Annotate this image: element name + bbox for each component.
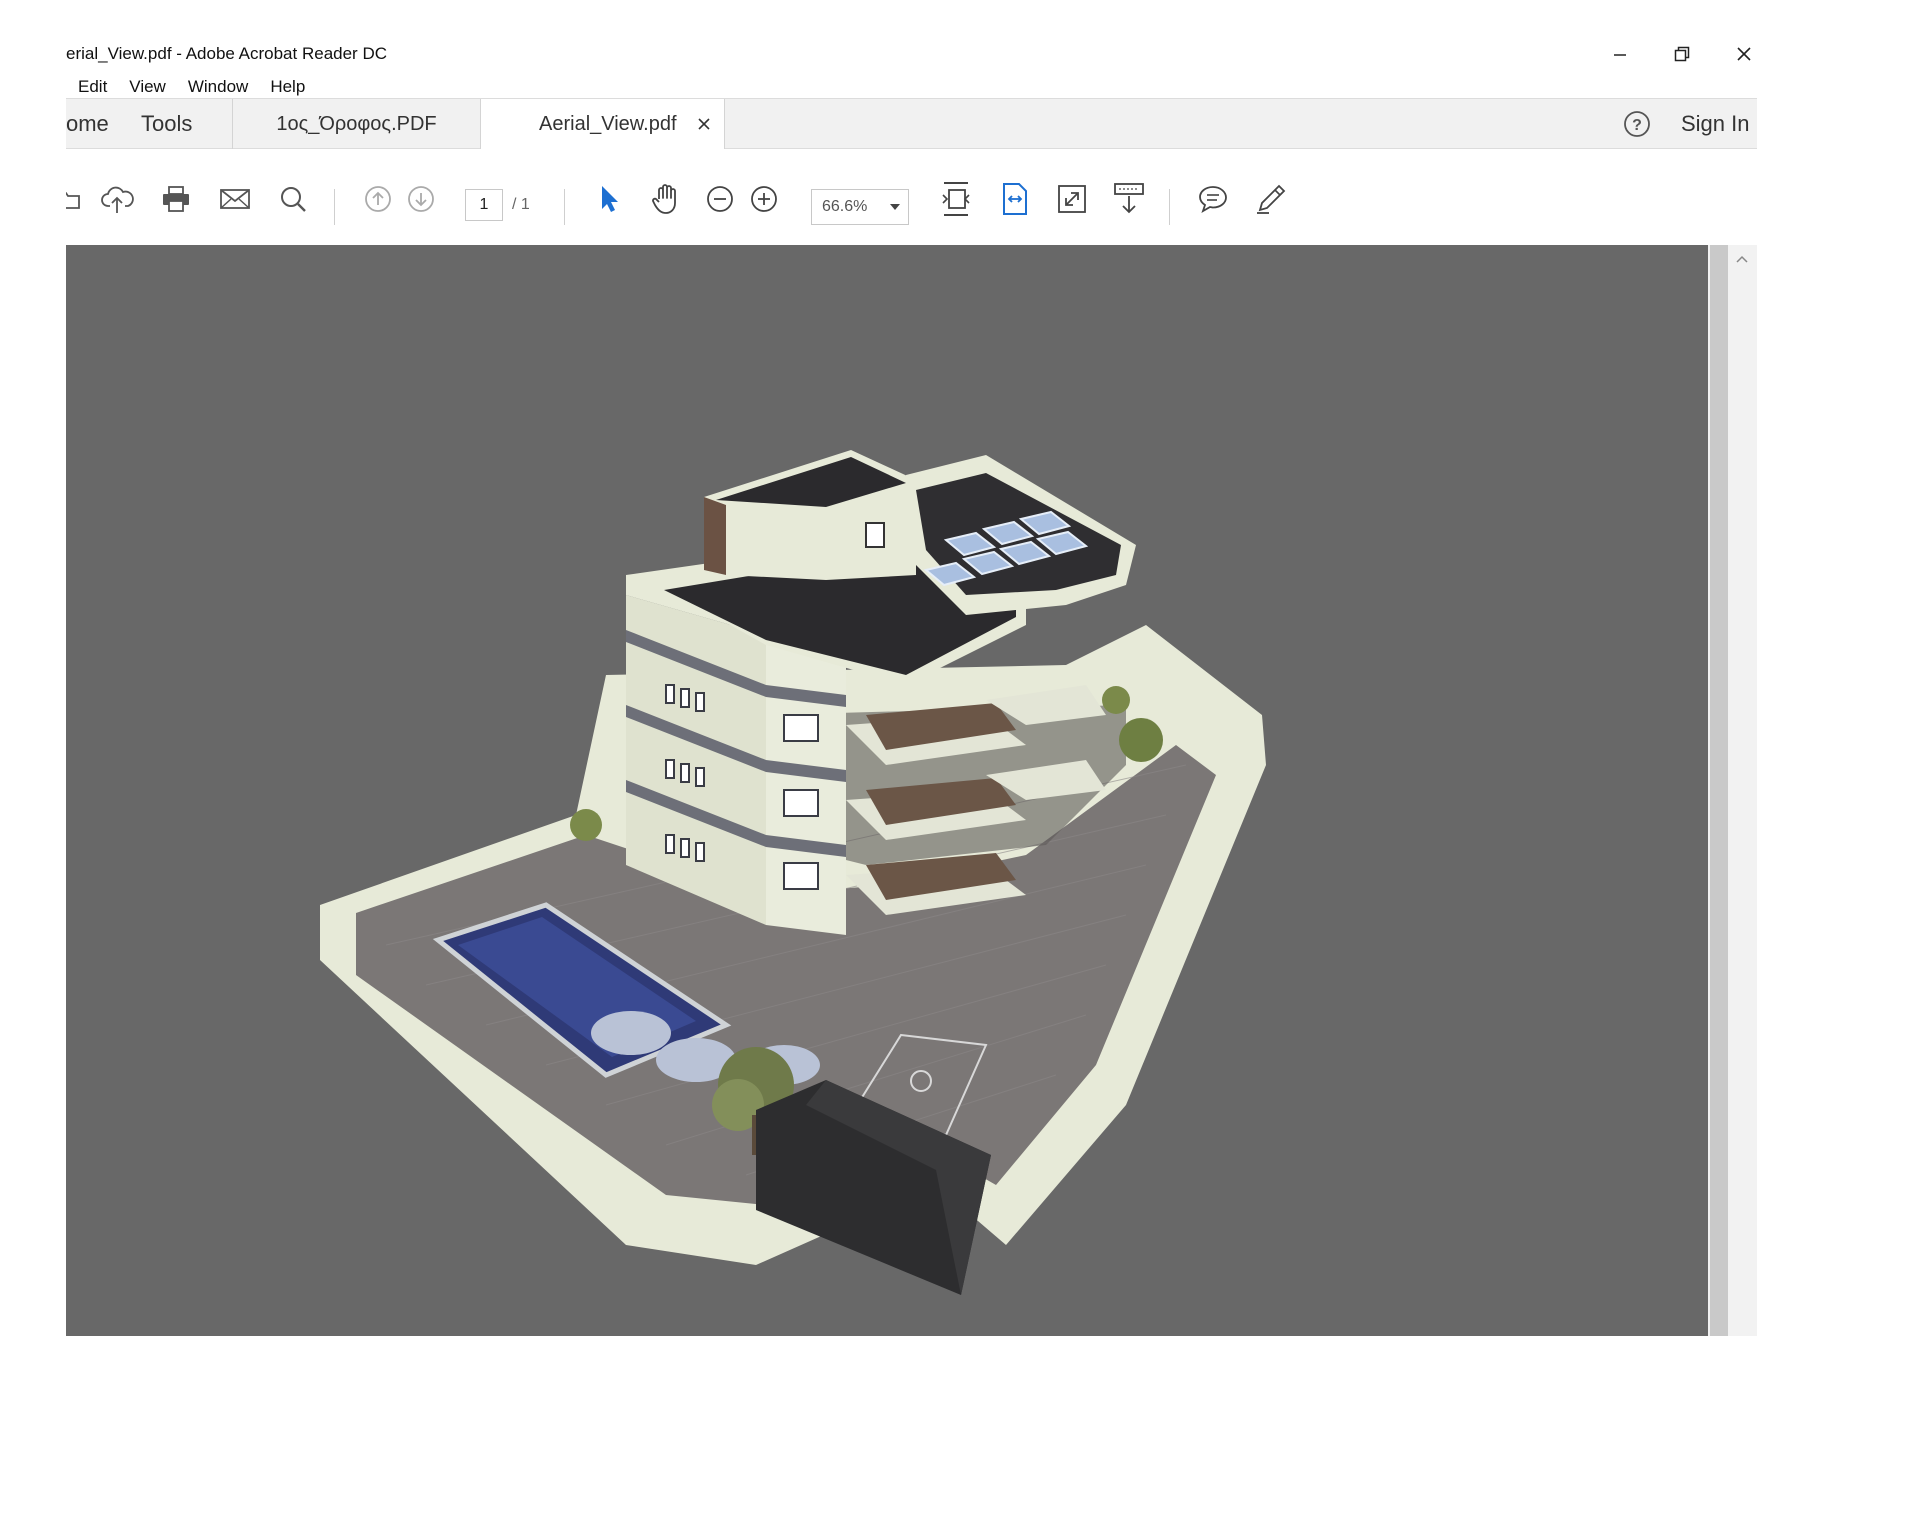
comment-icon (1199, 186, 1227, 213)
email-button[interactable] (218, 182, 252, 216)
previous-page-button[interactable] (361, 182, 395, 216)
page-total: / 1 (512, 196, 530, 213)
page-number-input[interactable]: 1 (465, 189, 503, 221)
cloud-upload-icon (101, 186, 134, 213)
email-icon (220, 189, 250, 209)
zoom-in-icon (751, 186, 777, 212)
arrow-up-circle-icon (365, 186, 391, 212)
scrollbar-thumb[interactable] (1710, 245, 1728, 1336)
hand-icon (652, 184, 676, 214)
toolbar-divider (1169, 189, 1170, 225)
tab-bar: ome Tools 1ος_Όροφος.PDF Aerial_View.pdf… (66, 98, 1757, 150)
restore-icon (1674, 46, 1690, 62)
toolbar-divider (564, 189, 565, 225)
menu-bar: Edit View Window Help (66, 71, 1757, 99)
title-bar: erial_View.pdf - Adobe Acrobat Reader DC (66, 34, 1757, 74)
comment-button[interactable] (1196, 182, 1230, 216)
full-screen-button[interactable] (1055, 182, 1089, 216)
menu-window[interactable]: Window (176, 71, 258, 99)
chevron-up-icon[interactable] (1736, 255, 1748, 263)
print-button[interactable] (159, 182, 193, 216)
close-icon (1737, 47, 1751, 61)
toolbar-divider (334, 189, 335, 225)
tab-home[interactable]: ome (66, 99, 116, 149)
minimize-button[interactable] (1590, 34, 1650, 74)
tab-document-2-label: Aerial_View.pdf (539, 113, 677, 135)
restore-button[interactable] (1652, 34, 1712, 74)
zoom-out-icon (707, 186, 733, 212)
cursor-arrow-icon (602, 186, 618, 212)
folder-icon (66, 192, 80, 209)
toolbar: 1 / 1 66.6% (66, 149, 1757, 246)
menu-help[interactable]: Help (258, 71, 315, 99)
help-button[interactable]: ? (1623, 110, 1651, 143)
vertical-scrollbar[interactable] (1708, 245, 1757, 1336)
minimize-icon (1614, 54, 1626, 56)
zoom-level-select[interactable]: 66.6% (811, 189, 909, 225)
fit-page-button[interactable] (939, 182, 973, 216)
pen-icon (1257, 184, 1286, 214)
window-title: erial_View.pdf - Adobe Acrobat Reader DC (66, 44, 387, 63)
highlight-button[interactable] (1254, 182, 1288, 216)
hand-tool-button[interactable] (649, 182, 683, 216)
menu-edit[interactable]: Edit (66, 71, 117, 99)
select-tool-button[interactable] (592, 182, 626, 216)
upload-button[interactable] (101, 182, 135, 216)
tab-divider (724, 99, 725, 149)
acrobat-window: erial_View.pdf - Adobe Acrobat Reader DC… (66, 34, 1757, 1336)
search-icon (281, 187, 306, 212)
open-button[interactable] (66, 182, 86, 216)
full-screen-icon (1058, 185, 1086, 213)
help-icon: ? (1624, 111, 1650, 137)
document-view[interactable] (66, 245, 1708, 1336)
zoom-level-value: 66.6% (822, 198, 868, 215)
tab-document-2[interactable]: Aerial_View.pdf (481, 99, 724, 150)
next-page-button[interactable] (404, 182, 438, 216)
zoom-out-button[interactable] (703, 182, 737, 216)
menu-view[interactable]: View (117, 71, 176, 99)
zoom-in-button[interactable] (747, 182, 781, 216)
chevron-down-icon (890, 204, 900, 210)
arrow-down-circle-icon (408, 186, 434, 212)
read-mode-icon (1114, 183, 1144, 214)
tab-document-1[interactable]: 1ος_Όροφος.PDF (233, 99, 480, 149)
fit-page-icon (942, 182, 970, 216)
tab-tools[interactable]: Tools (141, 99, 231, 149)
close-window-button[interactable] (1714, 34, 1757, 74)
fit-width-button[interactable] (998, 182, 1032, 216)
fit-width-icon (1003, 183, 1027, 215)
sign-in-link[interactable]: Sign In (1681, 99, 1757, 149)
svg-text:?: ? (1632, 117, 1642, 134)
aerial-building-rendering (320, 450, 1266, 1295)
find-button[interactable] (276, 182, 310, 216)
tab-close-icon[interactable] (698, 118, 710, 130)
read-mode-button[interactable] (1112, 182, 1146, 216)
print-icon (163, 186, 189, 212)
